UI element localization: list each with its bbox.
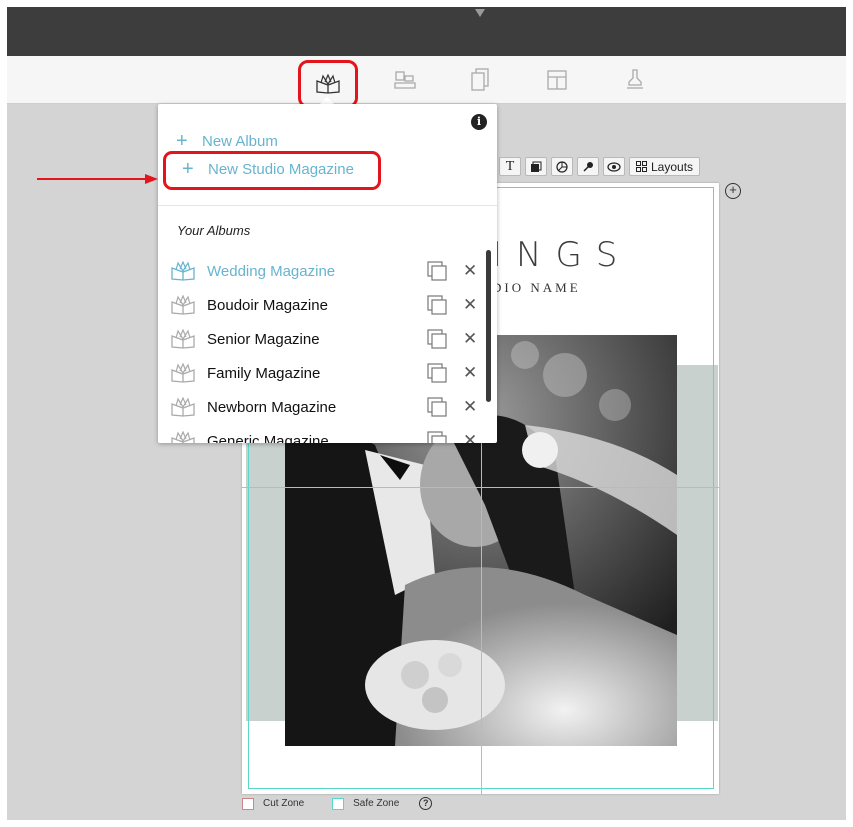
duplicate-icon[interactable] — [427, 431, 447, 443]
template-tool-button[interactable] — [538, 64, 576, 96]
book-open-icon — [171, 329, 195, 349]
safe-zone-label: Safe Zone — [353, 798, 400, 809]
new-studio-magazine-label: New Studio Magazine — [208, 161, 354, 178]
delete-icon[interactable]: ✕ — [463, 397, 477, 417]
album-row[interactable]: Senior Magazine ✕ — [158, 322, 497, 356]
layers-icon — [531, 161, 542, 172]
book-open-icon — [171, 397, 195, 417]
cut-zone-swatch[interactable] — [242, 797, 254, 810]
plus-icon: + — [176, 130, 188, 152]
new-studio-magazine-button[interactable]: + New Studio Magazine — [163, 151, 381, 190]
info-icon[interactable]: i — [471, 114, 487, 130]
divider — [158, 205, 497, 206]
layouts-button[interactable]: Layouts — [629, 157, 701, 176]
layouts-label: Layouts — [651, 159, 694, 174]
book-open-icon — [171, 295, 195, 315]
preview-tool-button[interactable] — [603, 157, 625, 176]
album-name: Generic Magazine — [207, 432, 329, 444]
annotation-arrow-icon — [37, 174, 158, 184]
duplicate-icon[interactable] — [427, 363, 447, 383]
layout-icon — [394, 71, 416, 89]
new-album-button[interactable]: + New Album — [176, 130, 278, 153]
albums-popover: i + New Album + New Studio Magazine Your… — [158, 104, 497, 443]
eye-icon — [607, 161, 621, 172]
album-row[interactable]: Family Magazine ✕ — [158, 356, 497, 390]
duplicate-icon[interactable] — [427, 397, 447, 417]
book-open-icon — [171, 431, 195, 443]
grid-icon — [636, 161, 647, 172]
album-name: Family Magazine — [207, 364, 321, 382]
delete-icon[interactable]: ✕ — [463, 261, 477, 281]
album-name: Newborn Magazine — [207, 398, 337, 416]
cut-zone-label: Cut Zone — [263, 798, 305, 809]
help-icon[interactable]: ? — [419, 797, 433, 810]
text-tool-button[interactable]: T — [499, 157, 521, 176]
delete-icon[interactable]: ✕ — [463, 329, 477, 349]
text-tool-icon: T — [505, 158, 515, 174]
eyedropper-icon — [583, 161, 593, 172]
album-row[interactable]: Generic Magazine ✕ — [158, 424, 497, 443]
album-name: Senior Magazine — [207, 330, 320, 348]
duplicate-icon[interactable] — [427, 295, 447, 315]
your-albums-heading: Your Albums — [177, 223, 251, 238]
template-icon — [547, 70, 567, 90]
eyedropper-tool-button[interactable] — [577, 157, 599, 176]
title-bar — [7, 7, 846, 56]
delete-icon[interactable]: ✕ — [463, 295, 477, 315]
album-row[interactable]: Newborn Magazine ✕ — [158, 390, 497, 424]
album-name: Wedding Magazine — [207, 262, 336, 280]
book-open-icon — [316, 74, 340, 94]
layers-tool-button[interactable] — [525, 157, 547, 176]
color-wheel-icon — [556, 160, 568, 173]
add-page-icon[interactable]: + — [725, 183, 741, 199]
duplicate-icon[interactable] — [427, 261, 447, 281]
layout-tool-button[interactable] — [386, 64, 424, 96]
book-open-icon — [171, 261, 195, 281]
collapse-caret-icon[interactable] — [475, 9, 485, 17]
delete-icon[interactable]: ✕ — [463, 431, 477, 443]
page-toolbar: T Layouts — [499, 157, 701, 176]
new-album-label: New Album — [202, 133, 278, 150]
album-list-scrollbar[interactable] — [486, 250, 491, 402]
color-tool-button[interactable] — [551, 157, 573, 176]
stamp-tool-button[interactable] — [616, 64, 654, 96]
duplicate-icon[interactable] — [427, 329, 447, 349]
album-name: Boudoir Magazine — [207, 296, 328, 314]
stamp-icon — [627, 69, 643, 89]
book-open-icon — [171, 363, 195, 383]
delete-icon[interactable]: ✕ — [463, 363, 477, 383]
main-toolbar — [7, 56, 846, 108]
safe-zone-swatch[interactable] — [332, 797, 345, 810]
album-row[interactable]: Boudoir Magazine ✕ — [158, 288, 497, 322]
plus-icon: + — [182, 158, 194, 180]
album-row[interactable]: Wedding Magazine ✕ — [158, 254, 497, 288]
zone-legend: Cut Zone Safe Zone ? — [242, 797, 433, 810]
pages-icon — [471, 68, 489, 91]
pages-tool-button[interactable] — [461, 64, 499, 96]
app-window: INGS DIO NAME T Layouts + Cut Zone Safe … — [7, 7, 846, 820]
